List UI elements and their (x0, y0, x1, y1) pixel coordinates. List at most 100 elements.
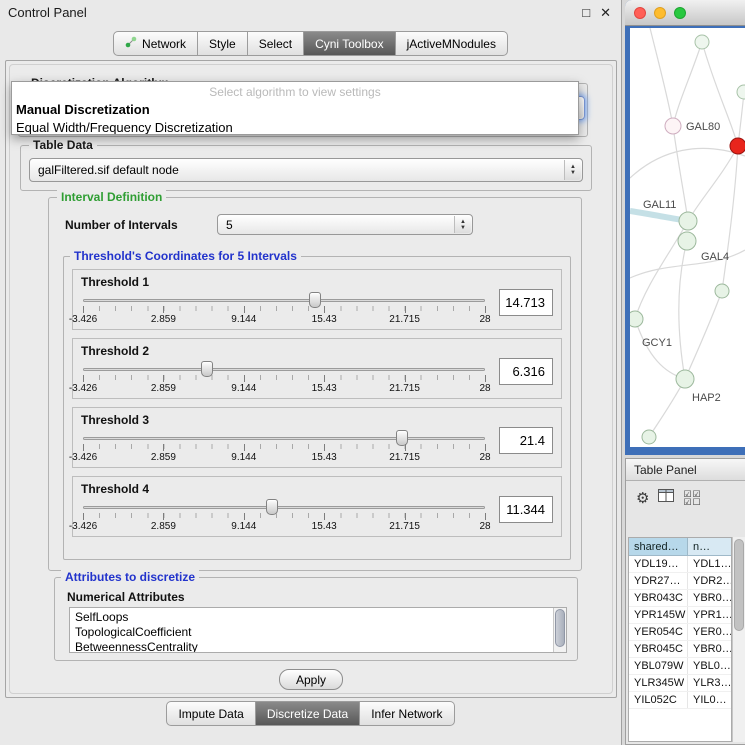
close-traffic-light[interactable] (634, 7, 646, 19)
node-gcy1[interactable] (630, 311, 643, 327)
table-cell[interactable]: YBL079W (629, 658, 688, 674)
apply-button[interactable]: Apply (279, 669, 343, 690)
close-window-icon[interactable]: ✕ (600, 6, 611, 20)
threshold-1-slider[interactable]: -3.426 2.859 9.144 15.43 21.715 28 (81, 291, 487, 327)
threshold-3-label: Threshold 3 (81, 413, 553, 427)
dropdown-option-manual-discretization[interactable]: Manual Discretization (12, 101, 578, 119)
number-of-intervals-select[interactable]: 5 ▲ ▼ (217, 214, 473, 235)
scale-tick-label: 9.144 (231, 452, 256, 463)
scale-tick-label: 21.715 (389, 521, 420, 532)
table-data-group: Table Data galFiltered.sif default node … (20, 145, 592, 191)
list-item[interactable]: TopologicalCoefficient (75, 625, 552, 640)
cyni-toolbox-panel: Discretization Algorithm ▲ ▼ Select algo… (5, 60, 617, 698)
threshold-2-slider[interactable]: -3.426 2.859 9.144 15.43 21.715 28 (81, 360, 487, 396)
table-cell[interactable]: YER054C (629, 624, 688, 640)
network-canvas[interactable]: GAL80 GAL11 GAL4 GCY1 HAP2 (630, 28, 745, 447)
table-row[interactable]: YIL052C YIL0… (629, 692, 731, 709)
threshold-2-panel: Threshold 2 -3.426 2.859 (72, 338, 562, 399)
table-row[interactable]: YDL19… YDL1… (629, 556, 731, 573)
node-hap2[interactable] (676, 370, 694, 388)
table-panel-header: Table Panel (626, 459, 745, 481)
table-cell[interactable]: YBR0… (688, 641, 731, 657)
table-row[interactable]: YBR045C YBR0… (629, 641, 731, 658)
table-row[interactable]: YDR27… YDR2… (629, 573, 731, 590)
scrollbar-thumb[interactable] (734, 539, 744, 631)
dropdown-option-equal-width[interactable]: Equal Width/Frequency Discretization (12, 119, 578, 135)
tab-discretize-data[interactable]: Discretize Data (256, 701, 360, 726)
checkbox-checked-icon: ☑ (683, 498, 691, 506)
tab-style[interactable]: Style (198, 31, 248, 56)
scale-tick-label: 21.715 (389, 383, 420, 394)
threshold-4-value[interactable]: 11.344 (499, 496, 553, 523)
node[interactable] (695, 35, 709, 49)
threshold-1-value[interactable]: 14.713 (499, 289, 553, 316)
node-gal4[interactable] (678, 232, 696, 250)
table-cell[interactable]: YIL052C (629, 692, 688, 708)
node[interactable] (715, 284, 729, 298)
threshold-2-value[interactable]: 6.316 (499, 358, 553, 385)
tab-impute-data[interactable]: Impute Data (166, 701, 255, 726)
slider-scale: -3.426 2.859 9.144 15.43 21.715 28 (83, 383, 485, 394)
table-cell[interactable]: YBL0… (688, 658, 731, 674)
minimize-traffic-light[interactable] (654, 7, 666, 19)
tab-select[interactable]: Select (248, 31, 304, 56)
tab-cyni-toolbox[interactable]: Cyni Toolbox (304, 31, 395, 56)
table-cell[interactable]: YBR0… (688, 590, 731, 606)
table-cell[interactable]: YDL1… (688, 556, 731, 572)
node-gal11[interactable] (679, 212, 697, 230)
table-cell[interactable]: YPR1… (688, 607, 731, 623)
scale-tick-label: -3.426 (69, 521, 97, 532)
threshold-coordinates-group: Threshold's Coordinates for 5 Intervals … (63, 256, 571, 560)
table-row[interactable]: YLR345W YLR3… (629, 675, 731, 692)
column-header-name[interactable]: n… (688, 538, 731, 555)
zoom-traffic-light[interactable] (674, 7, 686, 19)
table-cell[interactable]: YER0… (688, 624, 731, 640)
list-scrollbar[interactable] (553, 608, 566, 652)
table-cell[interactable]: YBR045C (629, 641, 688, 657)
node[interactable] (737, 85, 745, 99)
table-row[interactable]: YER054C YER0… (629, 624, 731, 641)
table-cell[interactable]: YDR2… (688, 573, 731, 589)
network-tab-icon (125, 36, 137, 51)
tab-network[interactable]: Network (113, 31, 198, 56)
network-nodes (630, 35, 745, 444)
float-window-icon[interactable]: □ (582, 6, 590, 20)
interval-definition-group: Interval Definition Number of Intervals … (48, 197, 582, 571)
gear-icon[interactable]: ⚙ (636, 491, 649, 506)
table-cell[interactable]: YDL19… (629, 556, 688, 572)
scrollbar-thumb[interactable] (555, 609, 565, 647)
table-cell[interactable]: YPR145W (629, 607, 688, 623)
window-title: Control Panel (8, 5, 572, 20)
tab-infer-network[interactable]: Infer Network (360, 701, 454, 726)
table-row[interactable]: YBR043C YBR0… (629, 590, 731, 607)
list-item[interactable]: BetweennessCentrality (75, 640, 552, 653)
node[interactable] (642, 430, 656, 444)
tab-jactivemnodules[interactable]: jActiveMNodules (396, 31, 508, 56)
column-header-shared-name[interactable]: shared… (629, 538, 688, 555)
table-row[interactable]: YBL079W YBL0… (629, 658, 731, 675)
table-cell[interactable]: YLR345W (629, 675, 688, 691)
dropdown-placeholder-option[interactable]: Select algorithm to view settings (12, 85, 578, 101)
table-cell[interactable]: YBR043C (629, 590, 688, 606)
threshold-3-value[interactable]: 21.4 (499, 427, 553, 454)
table-cell[interactable]: YIL0… (688, 692, 731, 708)
threshold-4-slider[interactable]: -3.426 2.859 9.144 15.43 21.715 28 (81, 498, 487, 534)
scale-tick-label: 2.859 (151, 452, 176, 463)
table-scrollbar[interactable] (732, 537, 745, 742)
node-gal80[interactable] (665, 118, 681, 134)
columns-icon[interactable] (658, 489, 674, 507)
table-header-row: shared… n… (629, 538, 731, 556)
attributes-group-label: Attributes to discretize (61, 570, 199, 585)
table-cell[interactable]: YDR27… (629, 573, 688, 589)
select-attributes-icon[interactable]: ☑ ☑ ☑ ☐ (683, 490, 700, 506)
table-row[interactable]: YPR145W YPR1… (629, 607, 731, 624)
scale-tick-label: 15.43 (312, 314, 337, 325)
numerical-attributes-list[interactable]: SelfLoops TopologicalCoefficient Between… (69, 607, 567, 653)
slider-scale: -3.426 2.859 9.144 15.43 21.715 28 (83, 314, 485, 325)
threshold-3-slider[interactable]: -3.426 2.859 9.144 15.43 21.715 28 (81, 429, 487, 465)
table-cell[interactable]: YLR3… (688, 675, 731, 691)
table-data-select[interactable]: galFiltered.sif default node ▲ ▼ (29, 158, 583, 182)
selected-red-node[interactable] (730, 138, 745, 154)
list-item[interactable]: SelfLoops (75, 610, 552, 625)
numerical-attributes-label: Numerical Attributes (67, 590, 577, 604)
